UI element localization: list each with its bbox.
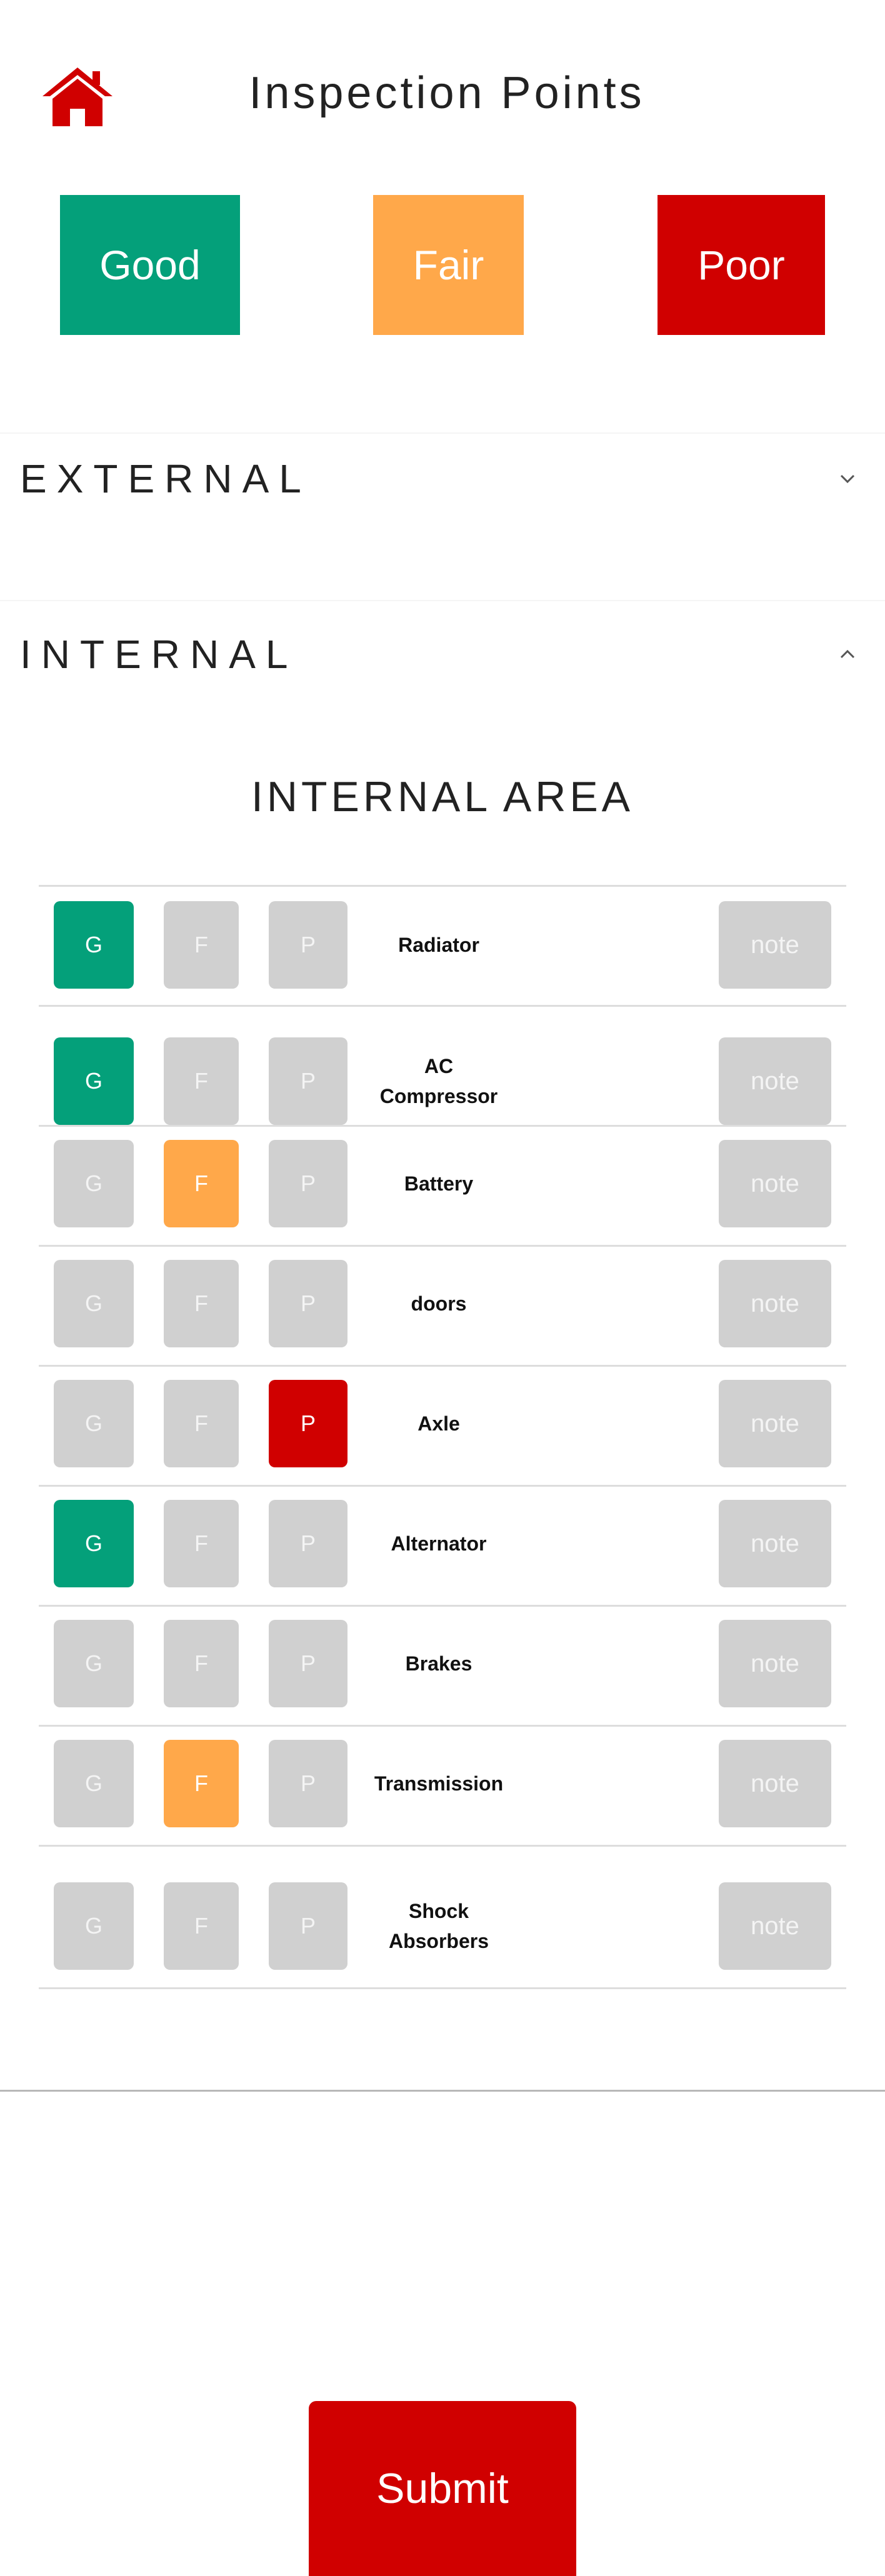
internal-accordion-header[interactable]: INTERNAL — [0, 600, 885, 707]
chevron-up-icon — [840, 649, 855, 659]
rating-good-button[interactable]: G — [54, 1882, 134, 1970]
rating-fair-button[interactable]: F — [164, 1740, 239, 1827]
row-divider — [39, 1605, 846, 1607]
rating-good-button[interactable]: G — [54, 1260, 134, 1347]
external-accordion-header[interactable]: EXTERNAL — [0, 432, 885, 526]
row-label: Radiator — [398, 934, 479, 956]
chevron-down-icon — [840, 474, 855, 484]
row-divider — [39, 1485, 846, 1487]
row-divider — [39, 1245, 846, 1247]
legend-poor: Poor — [658, 195, 825, 335]
page-title: Inspection Points — [249, 68, 645, 118]
rating-good-button[interactable]: G — [54, 1620, 134, 1707]
rating-good-button[interactable]: G — [54, 1140, 134, 1227]
rating-poor-button[interactable]: P — [269, 1037, 348, 1125]
rating-poor-button[interactable]: P — [269, 1620, 348, 1707]
external-label: EXTERNAL — [20, 456, 311, 501]
submit-button[interactable]: Submit — [309, 2401, 576, 2576]
rating-poor-button[interactable]: P — [269, 1260, 348, 1347]
row-label: Shock Absorbers — [388, 1900, 489, 1952]
row-divider — [39, 1365, 846, 1367]
row-label: Transmission — [374, 1772, 504, 1795]
internal-area-title: INTERNAL AREA — [251, 773, 634, 821]
legend-good: Good — [60, 195, 240, 335]
rating-fair-button[interactable]: F — [164, 901, 239, 989]
note-button[interactable]: note — [719, 1260, 831, 1347]
row-label: Alternator — [391, 1532, 487, 1555]
row-divider — [39, 1987, 846, 1989]
note-button[interactable]: note — [719, 1380, 831, 1467]
row-label: AC Compressor — [379, 1055, 498, 1107]
note-button[interactable]: note — [719, 1882, 831, 1970]
note-button[interactable]: note — [719, 1037, 831, 1125]
rating-fair-button[interactable]: F — [164, 1882, 239, 1970]
note-button[interactable]: note — [719, 1500, 831, 1587]
internal-label: INTERNAL — [20, 632, 298, 677]
row-divider — [39, 1005, 846, 1007]
row-divider — [39, 1125, 846, 1127]
rating-poor-button[interactable]: P — [269, 1380, 348, 1467]
home-icon[interactable] — [39, 65, 116, 127]
row-label: Axle — [418, 1412, 460, 1435]
rating-good-button[interactable]: G — [54, 1037, 134, 1125]
divider — [0, 2090, 885, 2092]
note-button[interactable]: note — [719, 1140, 831, 1227]
rating-poor-button[interactable]: P — [269, 901, 348, 989]
rating-good-button[interactable]: G — [54, 1380, 134, 1467]
note-button[interactable]: note — [719, 901, 831, 989]
note-button[interactable]: note — [719, 1740, 831, 1827]
row-label: Brakes — [405, 1652, 472, 1675]
row-divider — [39, 1845, 846, 1847]
note-button[interactable]: note — [719, 1620, 831, 1707]
rating-poor-button[interactable]: P — [269, 1500, 348, 1587]
rating-fair-button[interactable]: F — [164, 1140, 239, 1227]
row-label: doors — [411, 1292, 467, 1315]
row-divider — [39, 1725, 846, 1727]
section-gap — [0, 522, 885, 600]
rating-fair-button[interactable]: F — [164, 1500, 239, 1587]
rating-good-button[interactable]: G — [54, 1740, 134, 1827]
row-divider — [39, 885, 846, 887]
rating-poor-button[interactable]: P — [269, 1740, 348, 1827]
rating-good-button[interactable]: G — [54, 901, 134, 989]
rating-poor-button[interactable]: P — [269, 1140, 348, 1227]
inspection-page: Inspection Points Good Fair Poor EXTERNA… — [0, 0, 885, 2576]
rating-good-button[interactable]: G — [54, 1500, 134, 1587]
rating-fair-button[interactable]: F — [164, 1620, 239, 1707]
row-label: Battery — [404, 1172, 474, 1195]
rating-fair-button[interactable]: F — [164, 1260, 239, 1347]
rating-poor-button[interactable]: P — [269, 1882, 348, 1970]
rating-fair-button[interactable]: F — [164, 1037, 239, 1125]
rating-fair-button[interactable]: F — [164, 1380, 239, 1467]
legend-fair: Fair — [373, 195, 524, 335]
